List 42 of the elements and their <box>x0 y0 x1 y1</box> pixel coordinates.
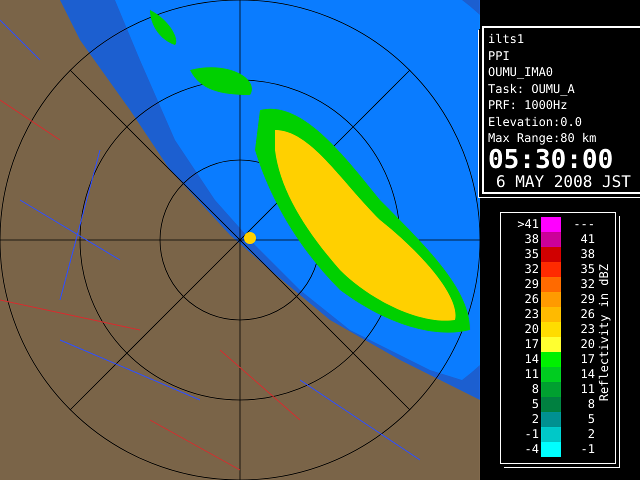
legend-label: 11 <box>580 382 596 396</box>
legend-label: 20 <box>524 322 540 336</box>
legend-label: 23 <box>580 322 596 336</box>
legend-label: 26 <box>524 292 540 306</box>
legend-label: 5 <box>586 412 596 426</box>
legend-label: 2 <box>586 427 596 441</box>
legend-label: 14 <box>580 367 596 381</box>
legend-label: 29 <box>580 292 596 306</box>
legend-label: >41 <box>516 217 540 231</box>
legend-label: -1 <box>524 427 540 441</box>
legend-label: 41 <box>580 232 596 246</box>
info-text: PRF: 1000Hz <box>488 97 568 114</box>
legend-label: 5 <box>530 397 540 411</box>
legend-label: 26 <box>580 307 596 321</box>
time-text: 05:30:00 <box>488 146 614 172</box>
info-text: OUMU_IMA0 <box>488 64 554 80</box>
legend-label: 38 <box>524 232 540 246</box>
info-text: Max Range:80 km <box>488 130 598 146</box>
info-text: Task: OUMU_A <box>488 80 576 97</box>
legend-label: 14 <box>524 352 540 366</box>
legend-label: --- <box>572 217 596 231</box>
legend-label: 29 <box>524 277 540 291</box>
legend-label: 23 <box>524 307 540 321</box>
legend-label: 8 <box>530 382 540 396</box>
legend-label: 20 <box>580 337 596 351</box>
legend-label: 35 <box>524 247 540 261</box>
legend-label: 32 <box>580 277 596 291</box>
legend-label: 32 <box>524 262 540 276</box>
info-text: Elevation:0.0 <box>488 114 583 130</box>
legend-label: 2 <box>530 412 540 426</box>
legend-label: 17 <box>524 337 540 351</box>
info-text: PPI <box>488 48 511 64</box>
legend-label: 8 <box>586 397 596 411</box>
legend-title: Reflectivity in dBZ <box>597 264 611 402</box>
legend-label: -4 <box>524 442 540 456</box>
legend-label: 38 <box>580 247 596 261</box>
info-text: ilts1 <box>488 31 526 48</box>
legend-label: 17 <box>580 352 596 366</box>
legend-label: 11 <box>524 367 540 381</box>
date-text: 6 MAY 2008 JST <box>495 172 632 190</box>
legend-label: -1 <box>580 442 596 456</box>
legend-label: 35 <box>580 262 596 276</box>
